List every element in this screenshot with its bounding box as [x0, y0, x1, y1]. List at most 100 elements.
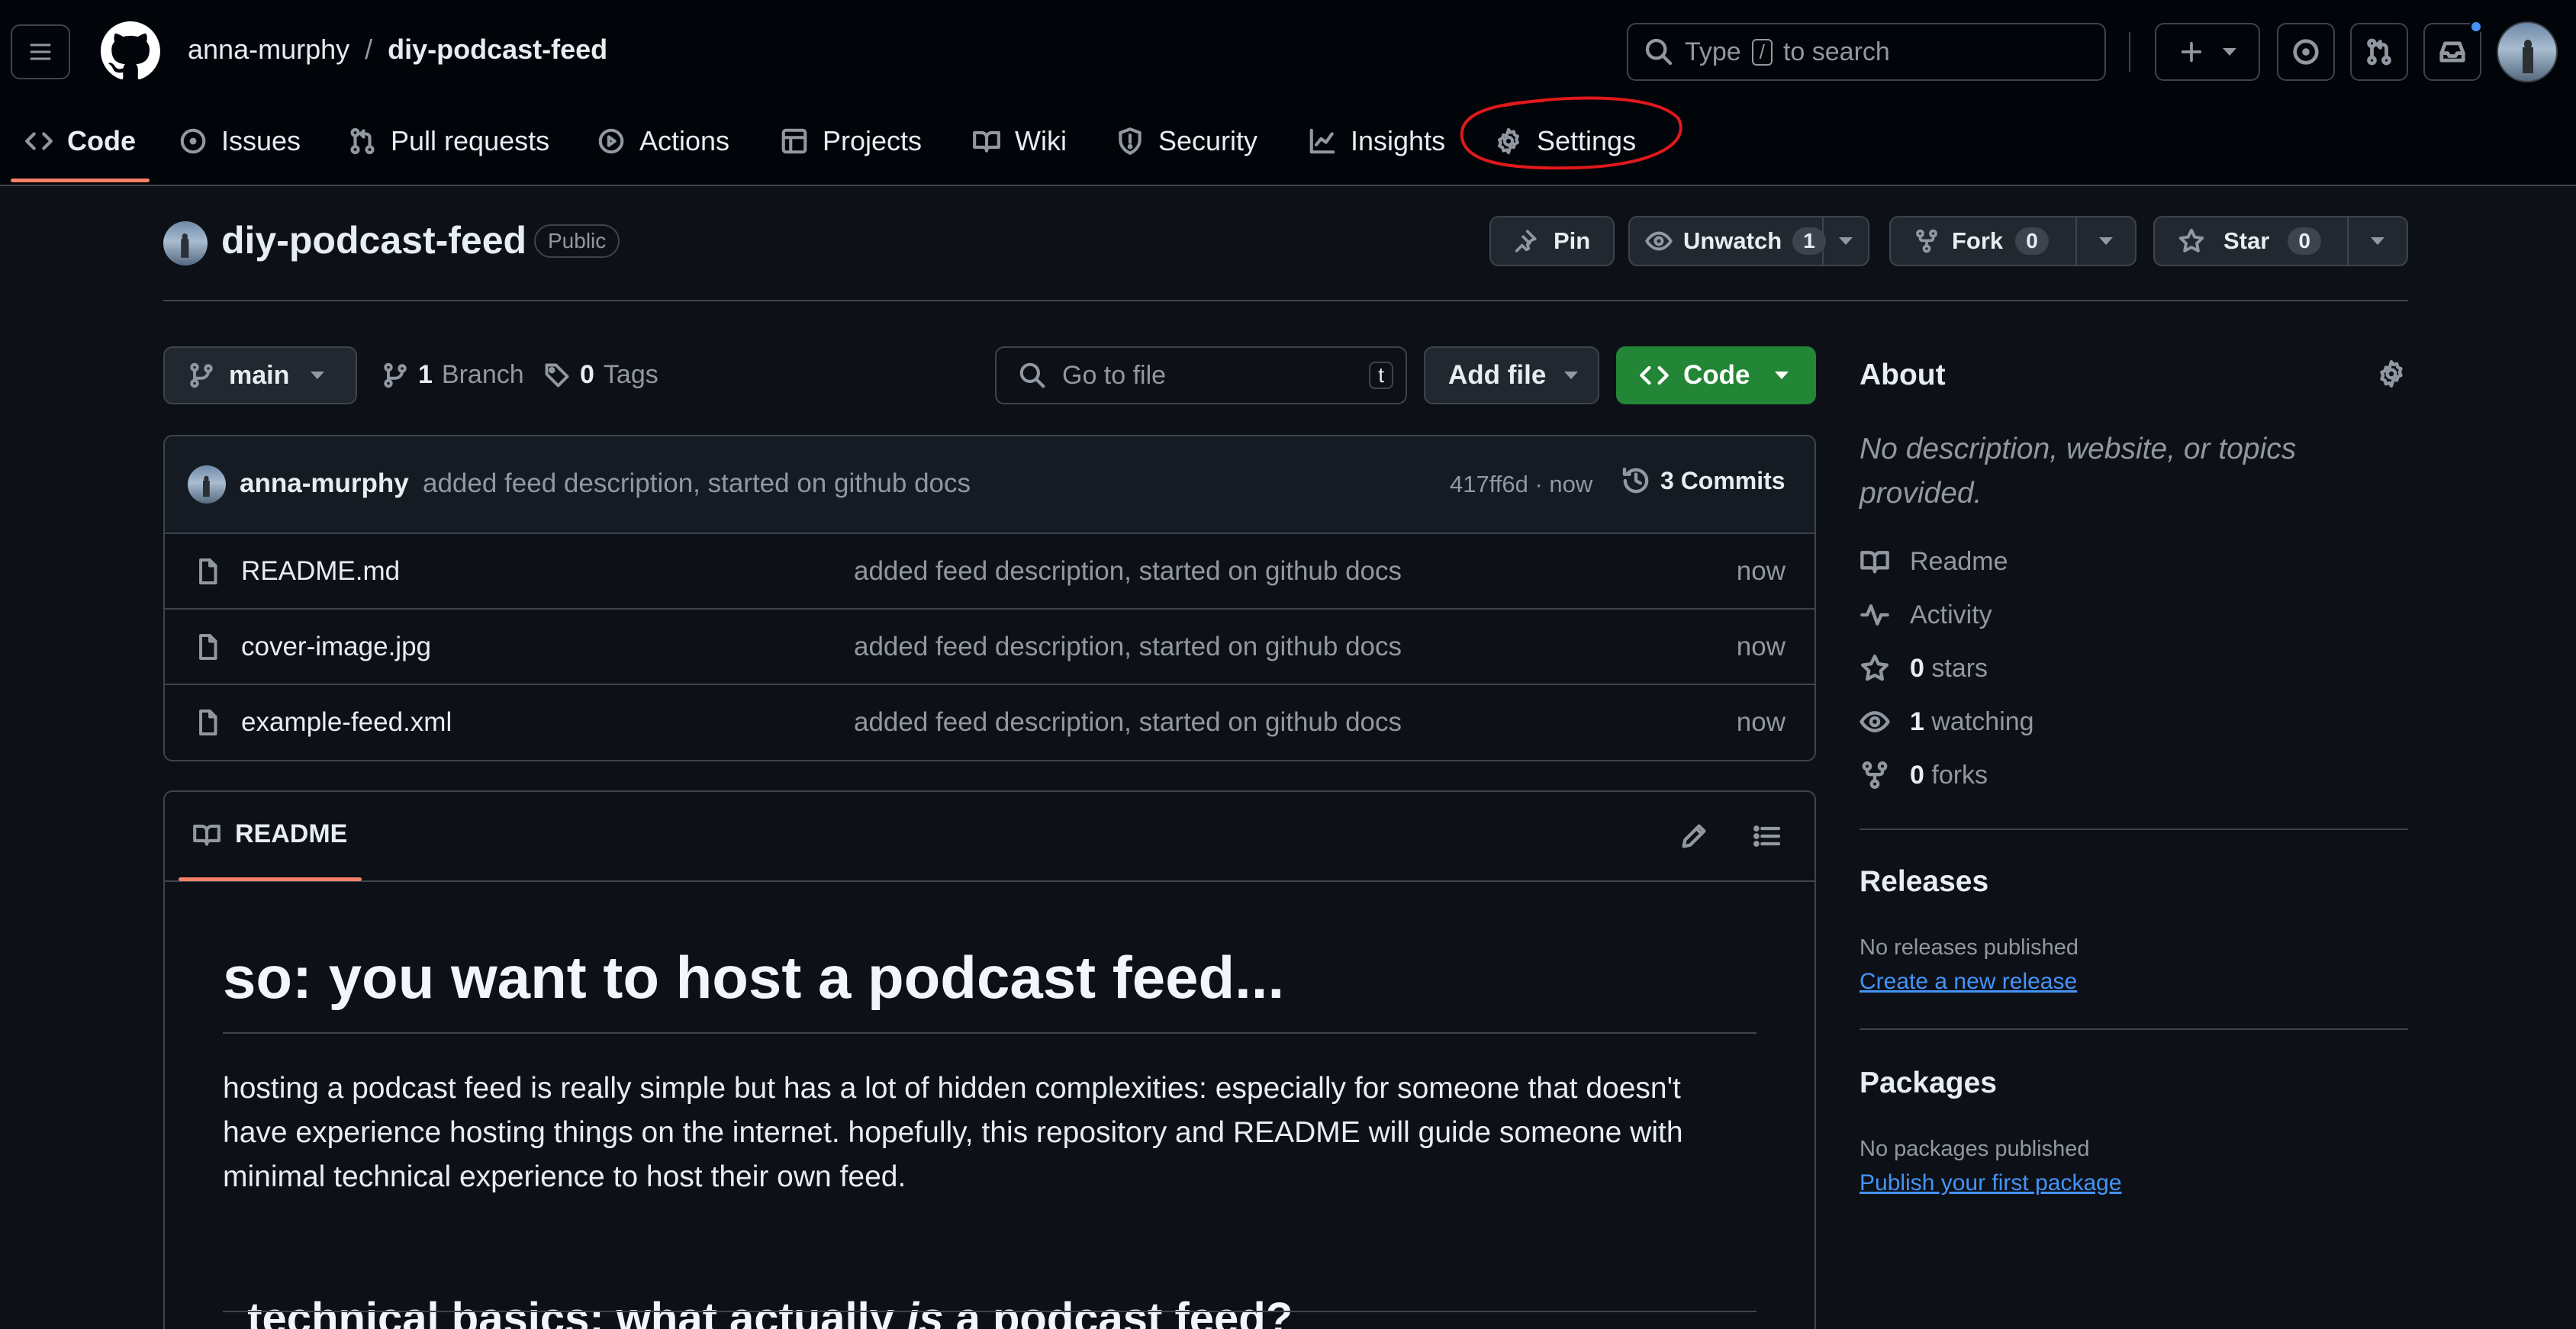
file-commit-time: now [1736, 631, 1785, 661]
tab-projects[interactable]: Projects [780, 114, 922, 168]
readme-tab[interactable]: README [192, 819, 347, 849]
avatar-figure-icon [181, 233, 189, 258]
chevron-down-icon [2223, 48, 2236, 56]
branches-link[interactable]: 1 Branch [382, 360, 524, 390]
unwatch-dropdown[interactable] [1822, 217, 1868, 265]
repo-owner-link[interactable]: anna-murphy [188, 34, 349, 66]
tags-link[interactable]: 0 Tags [543, 360, 658, 390]
tab-wiki[interactable]: Wiki [972, 114, 1067, 168]
activity-link[interactable]: Activity [1860, 600, 1992, 630]
tab-security[interactable]: Security [1116, 114, 1257, 168]
star-label: Star [2223, 227, 2270, 254]
go-to-file-placeholder: Go to file [1062, 360, 1167, 390]
publish-package-link[interactable]: Publish your first package [1860, 1170, 2122, 1196]
search-suffix: to search [1782, 37, 1890, 66]
create-release-link[interactable]: Create a new release [1860, 969, 2077, 995]
branch-selector[interactable]: main [163, 346, 357, 404]
watching-link[interactable]: 1 watching [1860, 706, 2034, 737]
releases-title[interactable]: Releases [1860, 865, 1988, 899]
file-commit-message[interactable]: added feed description, started on githu… [854, 556, 1402, 587]
create-new-button[interactable] [2155, 23, 2260, 81]
file-icon [199, 558, 217, 584]
code-icon [1640, 365, 1669, 385]
go-to-file-input[interactable]: Go to file t [995, 346, 1407, 404]
readme-heading-1: so: you want to host a podcast feed... [223, 944, 1285, 1011]
git-pull-request-icon [2367, 38, 2391, 66]
tab-pull-requests[interactable]: Pull requests [348, 114, 549, 168]
pull-requests-button[interactable] [2350, 23, 2408, 81]
edit-readme-button[interactable] [1679, 821, 1709, 851]
readme-link-label: Readme [1910, 546, 2008, 576]
packages-title[interactable]: Packages [1860, 1067, 1997, 1100]
readme-heading-1-divider [223, 1032, 1757, 1034]
about-description-line: provided. [1860, 477, 1982, 510]
about-description-line: No description, website, or topics [1860, 433, 2297, 465]
global-search-input[interactable]: Type / to search [1627, 23, 2106, 81]
settings-highlight-annotation [1459, 92, 1686, 174]
chevron-down-icon [1774, 372, 1789, 379]
chevron-down-icon [311, 372, 325, 379]
file-name-link[interactable]: README.md [241, 556, 400, 587]
file-name-link[interactable]: cover-image.jpg [241, 632, 431, 662]
commits-history-link[interactable]: 3 Commits [1621, 465, 1785, 496]
branch-count: 1 [418, 360, 433, 389]
stars-label: stars [1931, 653, 1988, 683]
file-row[interactable]: example-feed.xml added feed description,… [163, 684, 1816, 759]
star-icon [2178, 228, 2204, 253]
commit-sha-time[interactable]: 417ff6d · now [1450, 471, 1592, 498]
readme-tab-label: README [235, 819, 348, 848]
menu-button[interactable] [11, 24, 70, 79]
book-icon [973, 130, 1000, 153]
fork-dropdown[interactable] [2075, 217, 2135, 265]
file-commit-message[interactable]: added feed description, started on githu… [854, 707, 1402, 738]
tab-code[interactable]: Code [24, 114, 136, 168]
play-icon [598, 128, 624, 154]
packages-empty-text: No packages published [1860, 1137, 2090, 1161]
tab-insights[interactable]: Insights [1308, 114, 1445, 168]
add-file-button[interactable]: Add file [1424, 346, 1599, 404]
watching-count: 1 [1910, 706, 1924, 736]
issues-button[interactable] [2277, 23, 2335, 81]
repo-name-link[interactable]: diy-podcast-feed [388, 34, 607, 66]
forks-link[interactable]: 0 forks [1860, 760, 1988, 790]
github-logo[interactable] [101, 21, 160, 81]
git-branch-icon [190, 362, 213, 388]
tab-actions-label: Actions [639, 125, 730, 156]
inbox-icon [2439, 41, 2465, 63]
about-settings-button[interactable] [2376, 359, 2407, 389]
file-row[interactable]: README.md added feed description, starte… [163, 533, 1816, 608]
file-commit-message[interactable]: added feed description, started on githu… [854, 632, 1402, 662]
pencil-icon [1682, 824, 1706, 848]
gear-icon [2380, 360, 2403, 388]
issue-opened-icon [180, 128, 206, 154]
code-button-label: Code [1683, 360, 1750, 390]
star-dropdown[interactable] [2347, 217, 2407, 265]
github-mark-icon [101, 21, 160, 80]
outline-button[interactable] [1752, 821, 1782, 851]
search-icon [1645, 38, 1673, 66]
tab-actions[interactable]: Actions [597, 114, 729, 168]
table-icon [781, 128, 807, 154]
fork-button[interactable]: Fork 0 [1889, 216, 2136, 266]
unwatch-button[interactable]: Unwatch 1 [1628, 216, 1869, 266]
commit-author-avatar[interactable] [188, 465, 226, 504]
star-button[interactable]: Star 0 [2153, 216, 2408, 266]
chevron-down-icon [2099, 237, 2113, 245]
readme-heading-2: technical basics: what actually is a pod… [223, 1242, 1293, 1329]
tab-issues[interactable]: Issues [179, 114, 301, 168]
readme-link[interactable]: Readme [1860, 546, 2008, 577]
code-dropdown-button[interactable]: Code [1616, 346, 1816, 404]
pin-button[interactable]: Pin [1489, 216, 1615, 266]
activity-link-label: Activity [1910, 600, 1992, 629]
commit-author[interactable]: anna-murphy [240, 468, 409, 499]
add-file-label: Add file [1448, 360, 1547, 390]
repo-avatar [163, 221, 208, 265]
search-icon [1019, 362, 1045, 388]
breadcrumb-separator: / [365, 34, 373, 65]
repo-title[interactable]: diy-podcast-feed [221, 218, 526, 262]
file-row[interactable]: cover-image.jpg added feed description, … [163, 608, 1816, 684]
user-avatar[interactable] [2497, 21, 2558, 82]
stars-link[interactable]: 0 stars [1860, 653, 1988, 684]
commit-message[interactable]: added feed description, started on githu… [423, 468, 971, 499]
file-name-link[interactable]: example-feed.xml [241, 707, 452, 738]
